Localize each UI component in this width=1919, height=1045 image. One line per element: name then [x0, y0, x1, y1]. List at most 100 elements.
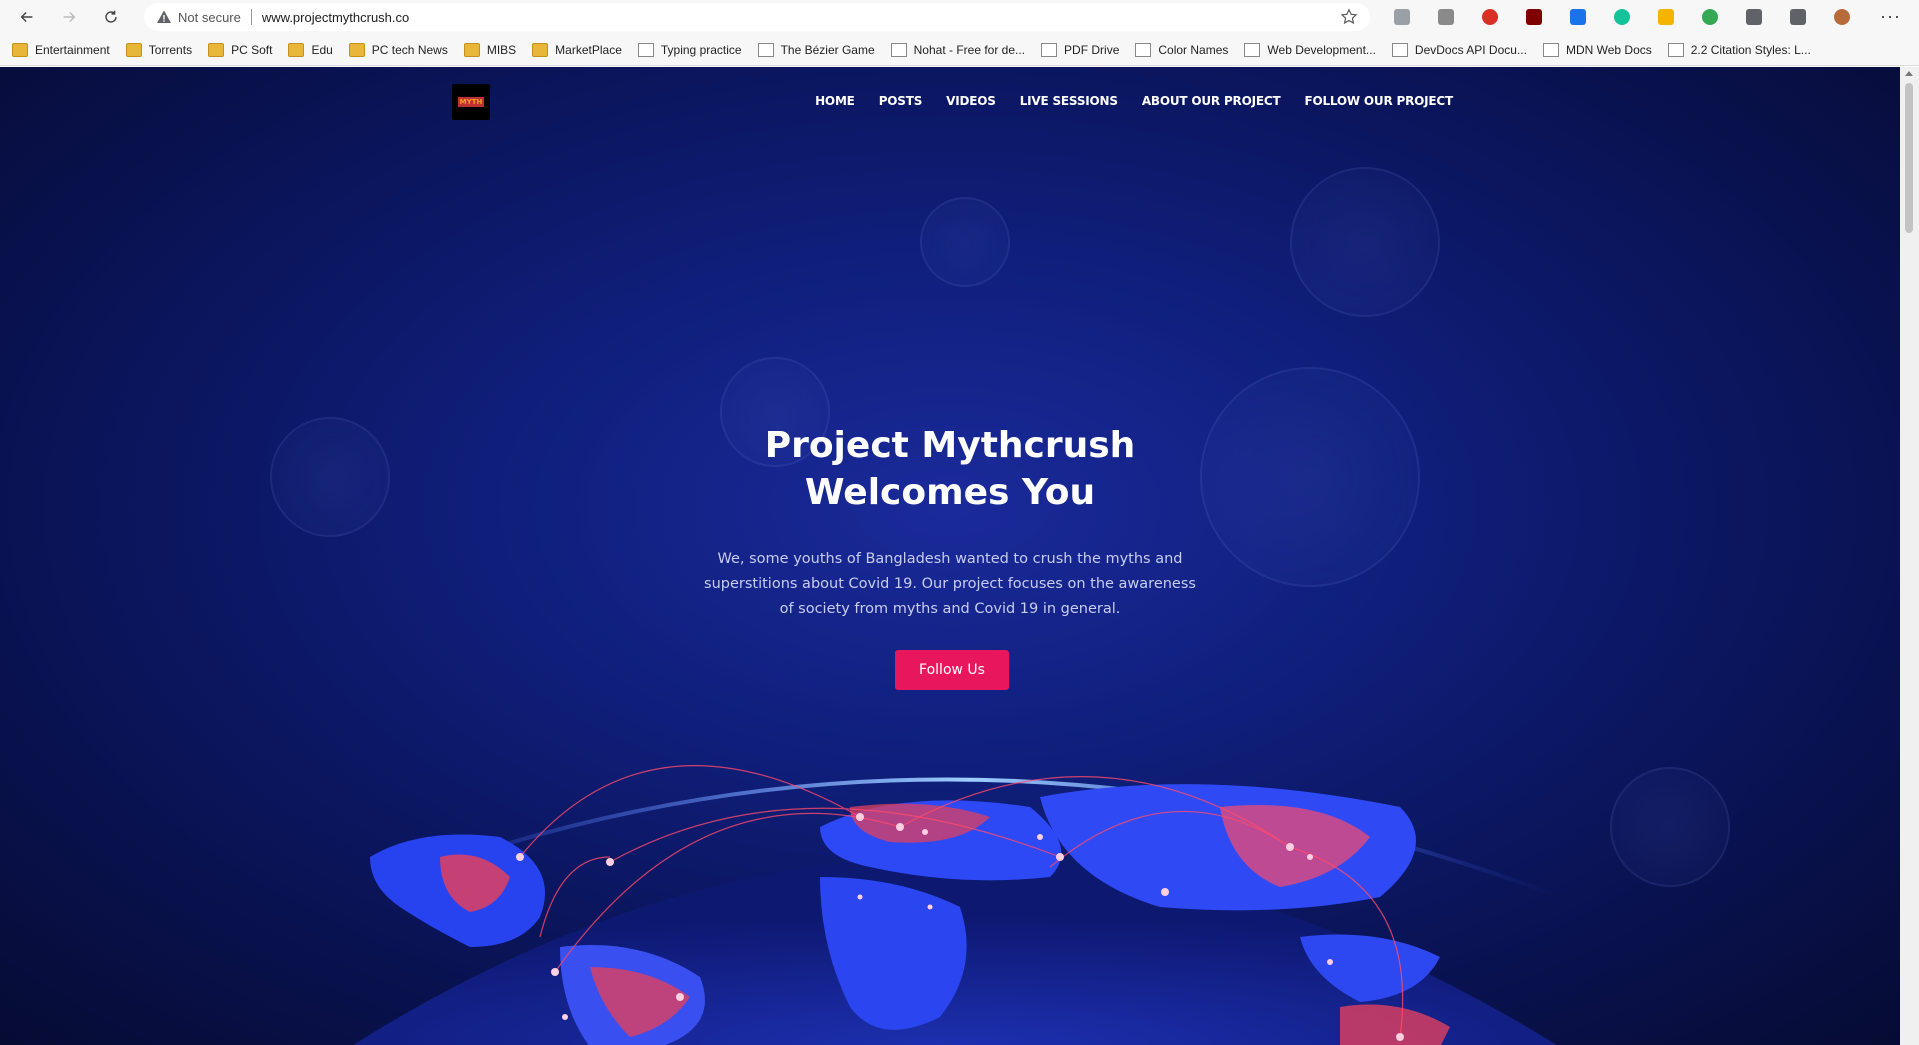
- reload-button[interactable]: [96, 2, 126, 32]
- bookmark-item[interactable]: Typing practice: [637, 42, 742, 57]
- url-text[interactable]: www.projectmythcrush.co: [262, 10, 409, 25]
- bookmark-label: PC tech News: [371, 42, 448, 57]
- globe-map-illustration: [353, 764, 1561, 1045]
- site-menu: HOME POSTS VIDEOS LIVE SESSIONS ABOUT OUR PR…: [815, 94, 1453, 108]
- forward-button[interactable]: [54, 2, 84, 32]
- drive-ext-icon[interactable]: [1644, 5, 1688, 29]
- page-icon: [890, 42, 907, 57]
- back-button[interactable]: [12, 2, 42, 32]
- add-favorite-icon[interactable]: [1340, 8, 1358, 26]
- bookmark-item[interactable]: MIBS: [463, 42, 517, 57]
- nav-link-posts[interactable]: POSTS: [879, 94, 923, 108]
- folder-icon: [532, 42, 549, 57]
- page-icon: [757, 42, 774, 57]
- web-page: MYTH HOME POSTS VIDEOS LIVE SESSIONS ABOUT O…: [0, 67, 1900, 1045]
- red-circle-ext-icon-glyph: [1482, 9, 1498, 25]
- folder-icon: [12, 42, 28, 57]
- bookmark-item[interactable]: 2.2 Citation Styles: L...: [1667, 42, 1811, 57]
- virus-decoration: [1290, 167, 1440, 317]
- collections-ext-icon-glyph: [1790, 9, 1806, 25]
- bookmark-label: PC Soft: [231, 42, 273, 57]
- site-logo[interactable]: MYTH: [452, 84, 490, 120]
- bug-ext-icon-glyph: [1438, 9, 1454, 25]
- site-navbar: MYTH HOME POSTS VIDEOS LIVE SESSIONS ABOUT O…: [0, 67, 1900, 137]
- bookmark-label: Torrents: [148, 42, 193, 57]
- folder-icon: [463, 42, 480, 57]
- address-bar[interactable]: Not secure www.projectmythcrush.co: [144, 3, 1370, 31]
- page-icon: [637, 42, 654, 57]
- warning-icon: [157, 10, 171, 23]
- bookmark-item[interactable]: PC Soft: [208, 42, 273, 57]
- grammarly-ext-icon-glyph: [1614, 9, 1630, 25]
- nav-link-follow-our-project[interactable]: FOLLOW OUR PROJECT: [1304, 94, 1453, 108]
- page-icon: [1135, 42, 1152, 57]
- nav-link-about-our-project[interactable]: ABOUT OUR PROJECT: [1142, 94, 1281, 108]
- bookmark-label: The Bézier Game: [780, 42, 875, 57]
- bookmark-label: PDF Drive: [1064, 42, 1120, 57]
- folder-icon: [288, 42, 305, 57]
- hero-title: Project Mythcrush Welcomes You: [764, 425, 1136, 513]
- s-ext-icon[interactable]: [1556, 5, 1600, 29]
- bookmark-label: Nohat - Free for de...: [913, 42, 1026, 57]
- reload-icon: [105, 10, 117, 23]
- page-icon: [1391, 42, 1408, 57]
- bookmark-item[interactable]: Torrents: [125, 42, 193, 57]
- bookmark-label: Color Names: [1158, 42, 1229, 57]
- hero-description: We, some youths of Bangladesh wanted to …: [704, 551, 1196, 617]
- bookmark-item[interactable]: Color Names: [1135, 42, 1229, 57]
- bookmark-item[interactable]: The Bézier Game: [757, 42, 875, 57]
- puzzle-ext-icon-glyph: [1746, 9, 1762, 25]
- bookmark-label: MDN Web Docs: [1565, 42, 1652, 57]
- security-label: Not secure: [178, 9, 241, 25]
- scrollbar-thumb[interactable]: [1905, 83, 1913, 233]
- bookmark-item[interactable]: PC tech News: [348, 42, 448, 57]
- address-separator: [250, 9, 252, 25]
- bookmark-item[interactable]: Web Development...: [1244, 42, 1376, 57]
- bookmark-label: DevDocs API Docu...: [1414, 42, 1527, 57]
- nav-link-home[interactable]: HOME: [815, 94, 855, 108]
- page-icon: [1244, 42, 1261, 57]
- extensions-bar: [1380, 5, 1864, 29]
- bookmark-label: 2.2 Citation Styles: L...: [1690, 42, 1811, 57]
- bookmark-label: MarketPlace: [555, 42, 622, 57]
- bookmark-label: Web Development...: [1267, 42, 1376, 57]
- globe-ext-icon-glyph: [1702, 9, 1718, 25]
- collections-ext-icon[interactable]: [1776, 5, 1820, 29]
- drive-ext-icon-glyph: [1658, 9, 1674, 25]
- bookmark-item[interactable]: Entertainment: [12, 42, 110, 57]
- page-icon: [1667, 42, 1684, 57]
- bookmark-label: Edu: [311, 42, 333, 57]
- bookmark-item[interactable]: DevDocs API Docu...: [1391, 42, 1527, 57]
- folder-icon: [208, 42, 225, 57]
- puzzle-ext-icon[interactable]: [1732, 5, 1776, 29]
- bookmark-item[interactable]: Nohat - Free for de...: [890, 42, 1026, 57]
- nav-link-live-sessions[interactable]: LIVE SESSIONS: [1020, 94, 1118, 108]
- more-menu-icon[interactable]: ···: [1880, 6, 1901, 27]
- translate-ext-icon[interactable]: [1380, 5, 1424, 29]
- profile-avatar-icon[interactable]: [1820, 5, 1864, 29]
- page-icon: [1041, 42, 1058, 57]
- bookmark-item[interactable]: PDF Drive: [1041, 42, 1120, 57]
- follow-us-button[interactable]: Follow Us: [895, 650, 1009, 690]
- bookmark-label: Typing practice: [660, 42, 742, 57]
- globe-ext-icon[interactable]: [1688, 5, 1732, 29]
- ublock-ext-icon[interactable]: [1512, 5, 1556, 29]
- profile-avatar-icon-glyph: [1834, 9, 1850, 25]
- page-scrollbar[interactable]: [1900, 67, 1919, 1045]
- folder-icon: [348, 42, 365, 57]
- virus-decoration: [270, 417, 390, 537]
- page-icon: [1542, 42, 1559, 57]
- grammarly-ext-icon[interactable]: [1600, 5, 1644, 29]
- arrow-right-icon: [63, 11, 76, 23]
- nav-link-videos[interactable]: VIDEOS: [946, 94, 996, 108]
- bug-ext-icon[interactable]: [1424, 5, 1468, 29]
- scroll-up-arrow-icon[interactable]: [1905, 71, 1913, 76]
- s-ext-icon-glyph: [1570, 9, 1586, 25]
- bookmark-item[interactable]: Edu: [288, 42, 333, 57]
- bookmark-item[interactable]: MarketPlace: [532, 42, 622, 57]
- bookmark-item[interactable]: MDN Web Docs: [1542, 42, 1652, 57]
- browser-toolbar: Not secure www.projectmythcrush.co ···: [0, 0, 1919, 34]
- red-circle-ext-icon[interactable]: [1468, 5, 1512, 29]
- bookmark-label: MIBS: [486, 42, 517, 57]
- arrow-left-icon: [20, 11, 33, 23]
